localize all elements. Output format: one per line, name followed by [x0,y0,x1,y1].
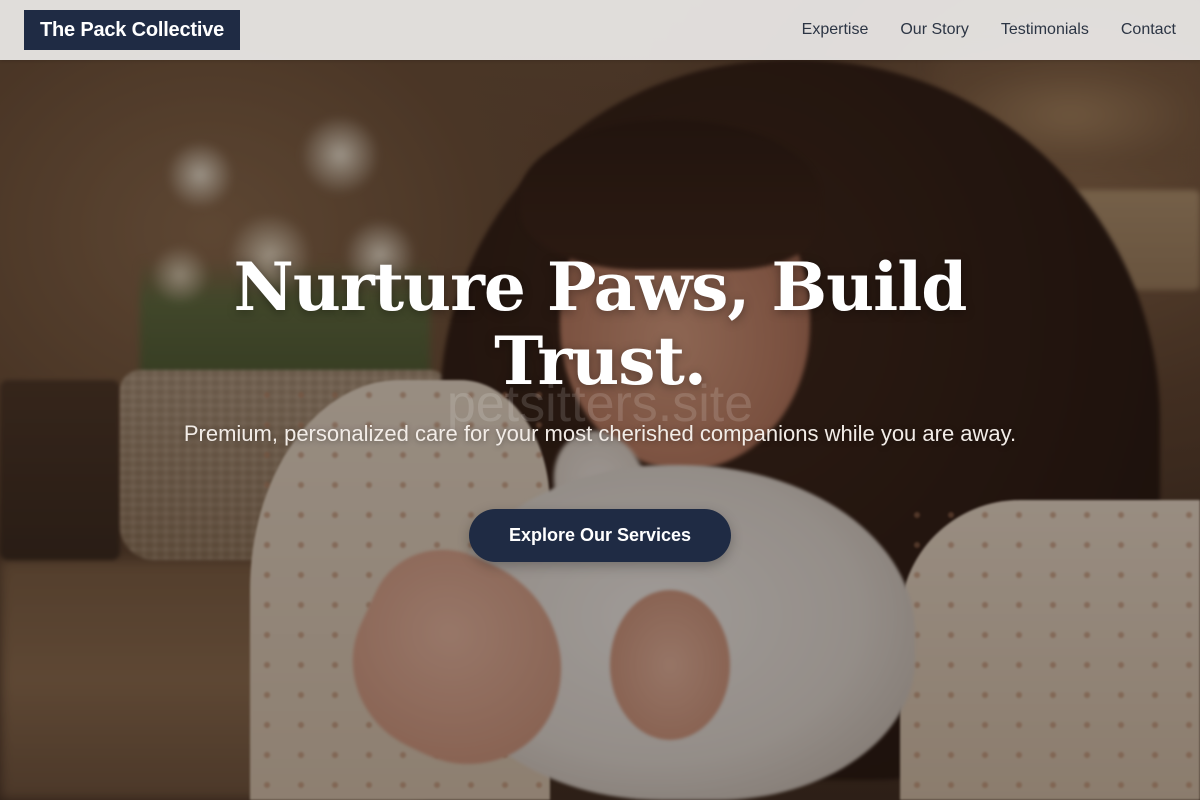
nav-link-contact[interactable]: Contact [1121,21,1176,39]
explore-services-button[interactable]: Explore Our Services [469,509,731,562]
nav-link-our-story[interactable]: Our Story [900,21,968,39]
nav-link-expertise[interactable]: Expertise [802,21,869,39]
page: The Pack Collective Expertise Our Story … [0,0,1200,800]
brand-logo[interactable]: The Pack Collective [24,10,241,50]
hero-title: Nurture Paws, Build Trust. [233,248,968,400]
main-nav: Expertise Our Story Testimonials Contact [802,0,1176,60]
site-header: The Pack Collective Expertise Our Story … [0,0,1200,60]
hero-subtitle: Premium, personalized care for your most… [183,421,1017,446]
hero-section: Nurture Paws, Build Trust. petsitters.si… [0,0,1200,800]
nav-link-testimonials[interactable]: Testimonials [1001,21,1089,39]
